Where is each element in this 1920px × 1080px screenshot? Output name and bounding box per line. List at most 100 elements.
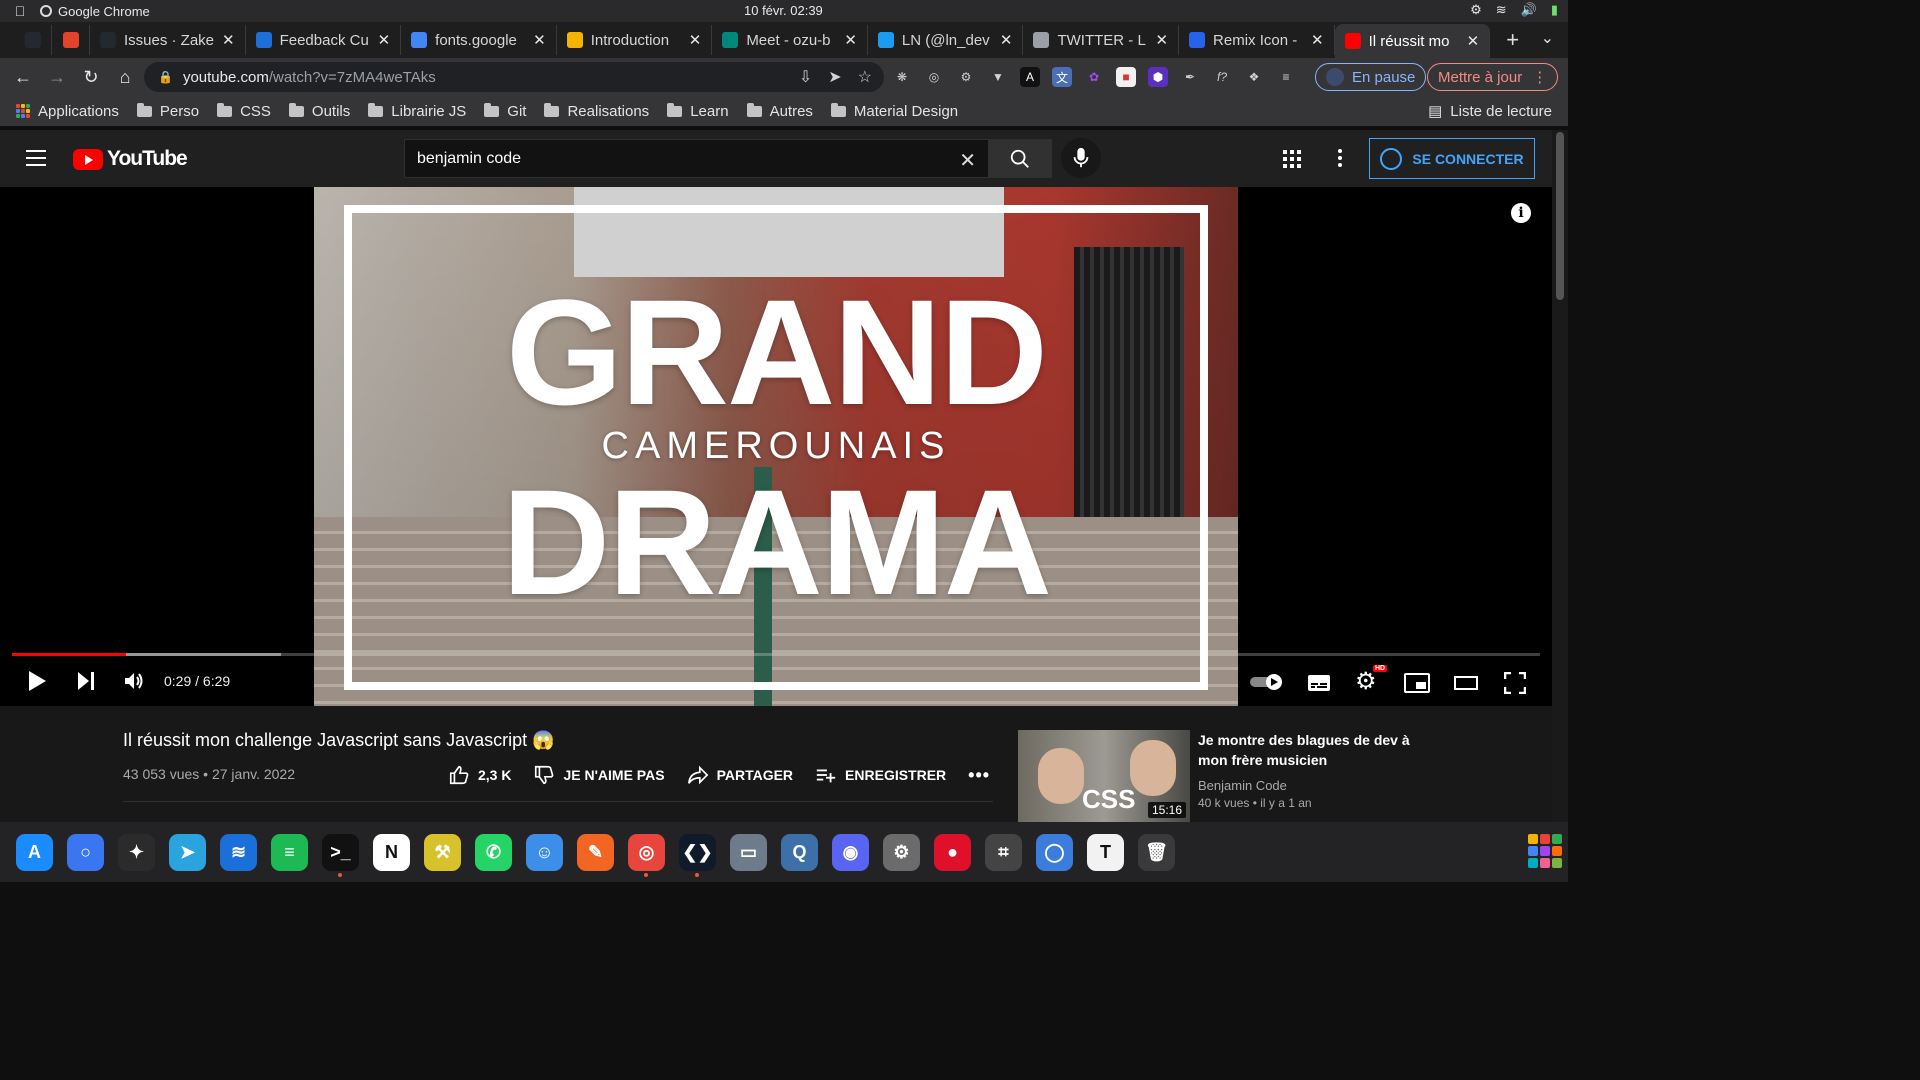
close-tab-icon[interactable]: ✕ (378, 31, 391, 49)
translate-icon[interactable]: 文 (1052, 67, 1072, 87)
browser-icon[interactable]: ◯ (1036, 833, 1073, 871)
bookmark-folder[interactable]: Librairie JS (368, 102, 466, 120)
quicktime-icon[interactable]: Q (781, 833, 818, 871)
bookmark-folder[interactable]: Outils (288, 102, 350, 120)
share-button[interactable]: PARTAGER (687, 764, 793, 786)
clear-search-icon[interactable]: ✕ (959, 148, 976, 173)
close-tab-icon[interactable]: ✕ (1467, 32, 1480, 50)
browser-tab[interactable] (52, 25, 90, 55)
save-button[interactable]: ENREGISTRER (815, 764, 946, 786)
battery-icon[interactable]: ▮ (1551, 2, 1558, 18)
notion-icon[interactable]: N (373, 833, 410, 871)
trash-icon[interactable]: 🗑 (1138, 833, 1175, 871)
font-extension-icon[interactable]: A (1020, 67, 1040, 87)
spotify-icon[interactable]: ≡ (271, 833, 308, 871)
wifi-icon[interactable]: ≋ (1496, 2, 1507, 18)
notes-extension-icon[interactable]: ■ (1116, 67, 1136, 87)
close-tab-icon[interactable]: ✕ (689, 31, 702, 49)
bookmark-folder[interactable]: Autres (746, 102, 813, 120)
bookmark-apps[interactable]: Applications (16, 103, 119, 120)
video-player[interactable]: GRAND CAMEROUNAIS DRAMA i 0:29 / 6:29 ⚙ … (0, 187, 1552, 706)
address-bar[interactable]: 🔒 youtube.com/watch?v=7zMA4weTAks ⇩ ➤ ☆ (144, 62, 884, 92)
vscode-icon[interactable]: ❮❯ (679, 833, 716, 877)
search-input[interactable]: benjamin code ✕ (404, 139, 988, 178)
media-queue-icon[interactable]: ≡ (1276, 67, 1296, 87)
browser-tab[interactable]: Meet - ozu-b ✕ (712, 25, 868, 55)
apple-menu-icon[interactable]:  (0, 3, 40, 19)
voice-search-button[interactable] (1061, 138, 1101, 178)
miniplayer-icon[interactable] (1404, 673, 1430, 693)
profile-button[interactable]: En pause (1315, 63, 1427, 91)
vue-devtools-icon[interactable]: ▼ (988, 67, 1008, 87)
signal-icon[interactable]: ○ (67, 833, 104, 871)
bookmark-folder[interactable]: Git (484, 102, 526, 120)
browser-tab[interactable]: Feedback Cu ✕ (246, 25, 402, 55)
react-devtools-icon[interactable]: ❋ (892, 67, 912, 87)
update-button[interactable]: Mettre à jour ⋮ (1427, 63, 1559, 91)
reading-list-button[interactable]: ▤ Liste de lecture (1428, 102, 1552, 121)
figma-icon[interactable]: ✦ (118, 833, 155, 871)
lock-icon[interactable]: 🔒 (158, 70, 173, 84)
send-tab-icon[interactable]: ➤ (828, 67, 841, 87)
browser-tab[interactable]: Remix Icon - ✕ (1179, 25, 1335, 55)
accessibility-icon[interactable]: ⚙ (1470, 2, 1482, 18)
vectornator-icon[interactable]: ✎ (577, 833, 614, 871)
close-tab-icon[interactable]: ✕ (1311, 31, 1324, 49)
activity-icon[interactable]: ≋ (220, 833, 257, 871)
install-app-icon[interactable]: ⇩ (799, 67, 812, 87)
youtube-logo[interactable]: YouTube (73, 147, 188, 171)
settings-gear-button[interactable]: ⚙ HD (1355, 665, 1388, 696)
finder-icon[interactable]: ☺ (526, 833, 563, 871)
browser-tab[interactable]: fonts.google ✕ (401, 25, 557, 55)
dislike-button[interactable]: JE N'AIME PAS (533, 764, 665, 786)
recommended-video-title[interactable]: Je montre des blagues de dev à mon frère… (1198, 730, 1418, 770)
recorder-icon[interactable]: ● (934, 833, 971, 871)
gear-extension-icon[interactable]: ⚙ (956, 67, 976, 87)
browser-tab[interactable]: TWITTER - L ✕ (1023, 25, 1180, 55)
volume-icon[interactable] (122, 669, 146, 693)
bookmark-star-icon[interactable]: ☆ (858, 67, 872, 87)
forward-arrow-icon[interactable]: → (40, 67, 74, 88)
home-icon[interactable]: ⌂ (108, 67, 142, 88)
polymer-extension-icon[interactable]: ⬢ (1148, 67, 1168, 87)
launchpad-icon[interactable] (1528, 834, 1562, 868)
close-tab-icon[interactable]: ✕ (222, 31, 235, 49)
typora-icon[interactable]: T (1087, 833, 1124, 871)
progress-bar[interactable] (12, 653, 1540, 656)
close-tab-icon[interactable]: ✕ (844, 31, 857, 49)
subtitles-icon[interactable] (1307, 673, 1331, 693)
active-app-name[interactable]: Google Chrome (40, 4, 150, 19)
recommended-video-channel[interactable]: Benjamin Code (1198, 778, 1287, 793)
bookmark-folder[interactable]: Material Design (830, 102, 958, 120)
chrome-icon[interactable]: ◎ (628, 833, 665, 877)
browser-tab[interactable]: LN (@ln_dev ✕ (868, 25, 1024, 55)
bookmark-folder[interactable]: Realisations (544, 102, 649, 120)
terminal-icon[interactable]: >_ (322, 833, 359, 877)
new-tab-icon[interactable]: + (1506, 27, 1519, 53)
back-arrow-icon[interactable]: ← (6, 67, 40, 88)
more-actions-icon[interactable]: ••• (968, 765, 990, 786)
system-settings-icon[interactable]: ⚙ (883, 833, 920, 871)
bookmark-folder[interactable]: Perso (136, 102, 199, 120)
tab-search-icon[interactable]: ⌄ (1541, 28, 1554, 48)
preview-icon[interactable]: ▭ (730, 833, 767, 871)
play-icon[interactable] (26, 669, 48, 693)
browser-tab[interactable] (14, 25, 52, 55)
browser-tab[interactable]: Il réussit mo ✕ (1334, 24, 1491, 58)
settings-kebab-icon[interactable] (1338, 149, 1342, 170)
apps-grid-icon[interactable] (1283, 150, 1301, 168)
bookmark-folder[interactable]: Learn (667, 102, 729, 120)
reload-icon[interactable]: ↻ (74, 67, 108, 88)
close-tab-icon[interactable]: ✕ (1155, 31, 1168, 49)
hamburger-menu-icon[interactable] (26, 150, 46, 171)
search-button[interactable] (988, 139, 1052, 178)
close-tab-icon[interactable]: ✕ (1000, 31, 1013, 49)
close-tab-icon[interactable]: ✕ (533, 31, 546, 49)
app-store-icon[interactable]: A (16, 833, 53, 871)
screenshot-icon[interactable]: ⌗ (985, 833, 1022, 871)
color-picker-icon[interactable]: ✒ (1180, 67, 1200, 87)
fullscreen-icon[interactable] (1504, 672, 1526, 694)
extensions-puzzle-icon[interactable]: ❖ (1244, 67, 1264, 87)
discord-icon[interactable]: ◉ (832, 833, 869, 871)
telegram-icon[interactable]: ➤ (169, 833, 206, 871)
